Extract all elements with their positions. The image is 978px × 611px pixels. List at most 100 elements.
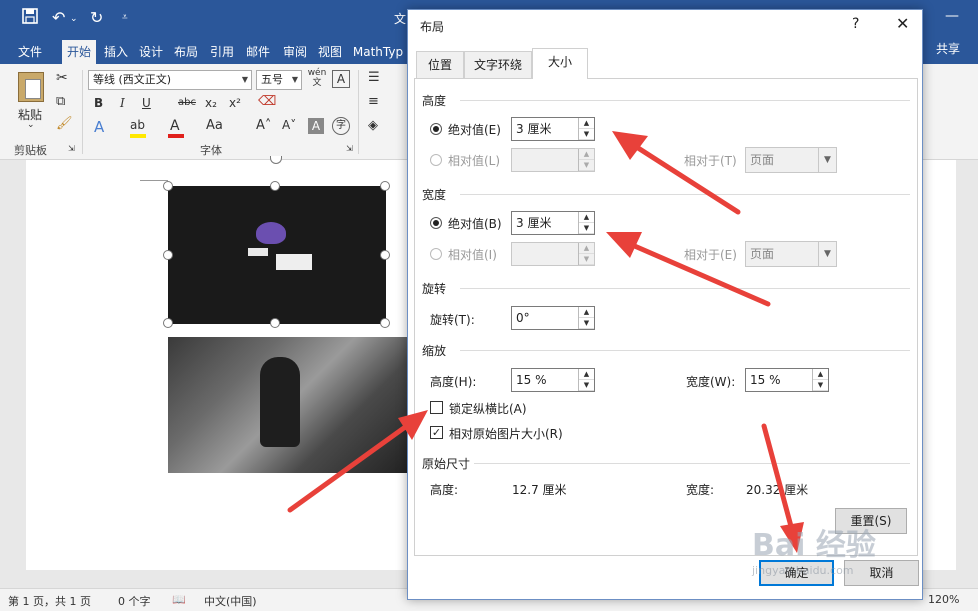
- proofing-icon[interactable]: 📖: [172, 593, 186, 606]
- scale-height-input[interactable]: 15 % ▲ ▼: [511, 368, 595, 392]
- spin-up-icon[interactable]: ▲: [579, 118, 594, 129]
- undo-icon[interactable]: ↶: [52, 8, 65, 27]
- width-absolute-radio[interactable]: [430, 217, 442, 229]
- text-effects-icon[interactable]: A: [94, 118, 104, 136]
- superscript-button[interactable]: x²: [229, 96, 241, 110]
- highlight-icon[interactable]: ab: [130, 118, 145, 132]
- photo-image[interactable]: [168, 337, 408, 473]
- spin-down-icon[interactable]: ▼: [579, 223, 594, 234]
- tab-layout[interactable]: 布局: [170, 40, 202, 64]
- spinner[interactable]: ▲ ▼: [578, 307, 594, 329]
- width-relative-input[interactable]: ▲ ▼: [511, 242, 595, 266]
- font-launcher-icon[interactable]: ⇲: [346, 144, 353, 153]
- spin-down-icon[interactable]: ▼: [813, 380, 828, 391]
- font-size-combo[interactable]: 五号 ▼: [256, 70, 302, 90]
- spinner[interactable]: ▲ ▼: [812, 369, 828, 391]
- tab-text-wrapping[interactable]: 文字环绕: [464, 51, 532, 78]
- scale-width-input[interactable]: 15 % ▲ ▼: [745, 368, 829, 392]
- height-relative-radio[interactable]: [430, 154, 442, 166]
- spin-down-icon[interactable]: ▼: [579, 318, 594, 329]
- paste-dropdown-icon[interactable]: ⌄: [27, 120, 35, 130]
- font-name-combo[interactable]: 等线 (西文正文) ▼: [88, 70, 252, 90]
- height-relative-to-select[interactable]: 页面 ▼: [745, 147, 837, 173]
- page-count[interactable]: 第 1 页，共 1 页: [8, 593, 91, 609]
- font-color-icon[interactable]: A: [170, 118, 180, 134]
- cancel-button[interactable]: 取消: [844, 560, 919, 586]
- tab-position[interactable]: 位置: [416, 51, 464, 78]
- phonetic-guide-button[interactable]: wén 文: [306, 68, 328, 88]
- width-relative-radio[interactable]: [430, 248, 442, 260]
- tab-view[interactable]: 视图: [314, 40, 346, 64]
- tab-size[interactable]: 大小: [532, 48, 588, 79]
- shrink-font-button[interactable]: A˅: [282, 118, 296, 132]
- subscript-button[interactable]: x₂: [205, 96, 217, 110]
- relative-original-checkbox[interactable]: ✓: [430, 426, 443, 439]
- spin-up-icon[interactable]: ▲: [579, 212, 594, 223]
- tab-mailings[interactable]: 邮件: [242, 40, 274, 64]
- spinner[interactable]: ▲ ▼: [578, 369, 594, 391]
- tab-references[interactable]: 引用: [206, 40, 238, 64]
- width-absolute-input[interactable]: 3 厘米 ▲ ▼: [511, 211, 595, 235]
- italic-button[interactable]: I: [120, 96, 125, 110]
- resize-handle[interactable]: [380, 250, 390, 260]
- spin-up-icon[interactable]: ▲: [813, 369, 828, 380]
- grow-font-button[interactable]: A˄: [256, 118, 271, 133]
- resize-handle[interactable]: [380, 181, 390, 191]
- reset-button[interactable]: 重置(S): [835, 508, 907, 534]
- undo-dropdown-icon[interactable]: ⌄: [70, 14, 78, 24]
- format-painter-icon[interactable]: 🖌: [56, 116, 73, 131]
- minimize-icon[interactable]: —: [945, 8, 959, 24]
- character-shading-icon[interactable]: A: [308, 118, 324, 134]
- close-icon[interactable]: ✕: [896, 14, 909, 33]
- lock-aspect-ratio-checkbox[interactable]: [430, 401, 443, 414]
- height-relative-input[interactable]: ▲ ▼: [511, 148, 595, 172]
- resize-handle[interactable]: [270, 318, 280, 328]
- bullets-icon[interactable]: ☰: [368, 70, 380, 85]
- spin-down-icon[interactable]: ▼: [579, 254, 594, 265]
- height-absolute-radio[interactable]: [430, 123, 442, 135]
- height-absolute-input[interactable]: 3 厘米 ▲ ▼: [511, 117, 595, 141]
- character-border-button[interactable]: A: [332, 70, 350, 88]
- share-button[interactable]: 共享: [936, 40, 960, 57]
- language-indicator[interactable]: 中文(中国): [204, 593, 257, 609]
- tab-home[interactable]: 开始: [62, 40, 96, 64]
- tab-mathtype[interactable]: MathTyp: [350, 40, 406, 64]
- underline-button[interactable]: U: [142, 96, 151, 110]
- help-icon[interactable]: ?: [852, 16, 859, 32]
- tab-file[interactable]: 文件: [10, 40, 50, 64]
- resize-handle[interactable]: [380, 318, 390, 328]
- zoom-level[interactable]: 120%: [928, 593, 959, 606]
- clipboard-launcher-icon[interactable]: ⇲: [68, 144, 75, 153]
- enclose-characters-button[interactable]: 字: [332, 117, 350, 135]
- copy-icon[interactable]: ⧉: [56, 94, 65, 109]
- spinner[interactable]: ▲ ▼: [578, 149, 594, 171]
- ok-button[interactable]: 确定: [759, 560, 834, 586]
- resize-handle[interactable]: [270, 181, 280, 191]
- cut-icon[interactable]: ✂: [56, 70, 68, 86]
- strikethrough-button[interactable]: abc: [178, 97, 196, 108]
- paste-icon[interactable]: [18, 72, 44, 102]
- spin-up-icon[interactable]: ▲: [579, 149, 594, 160]
- resize-handle[interactable]: [163, 318, 173, 328]
- resize-handle[interactable]: [163, 181, 173, 191]
- tab-design[interactable]: 设计: [135, 40, 167, 64]
- resize-handle[interactable]: [163, 250, 173, 260]
- spinner[interactable]: ▲ ▼: [578, 118, 594, 140]
- spin-down-icon[interactable]: ▼: [579, 129, 594, 140]
- spinner[interactable]: ▲ ▼: [578, 212, 594, 234]
- tab-insert[interactable]: 插入: [100, 40, 132, 64]
- spin-down-icon[interactable]: ▼: [579, 380, 594, 391]
- selected-image[interactable]: [168, 186, 386, 324]
- spin-up-icon[interactable]: ▲: [579, 369, 594, 380]
- rotation-input[interactable]: 0° ▲ ▼: [511, 306, 595, 330]
- bold-button[interactable]: B: [94, 96, 103, 110]
- clear-formatting-icon[interactable]: ⌫: [258, 94, 276, 109]
- change-case-button[interactable]: Aa: [206, 118, 223, 133]
- spin-down-icon[interactable]: ▼: [579, 160, 594, 171]
- save-icon[interactable]: [22, 8, 38, 28]
- width-relative-to-select[interactable]: 页面 ▼: [745, 241, 837, 267]
- spin-up-icon[interactable]: ▲: [579, 307, 594, 318]
- word-count[interactable]: 0 个字: [118, 593, 151, 609]
- spinner[interactable]: ▲ ▼: [578, 243, 594, 265]
- spin-up-icon[interactable]: ▲: [579, 243, 594, 254]
